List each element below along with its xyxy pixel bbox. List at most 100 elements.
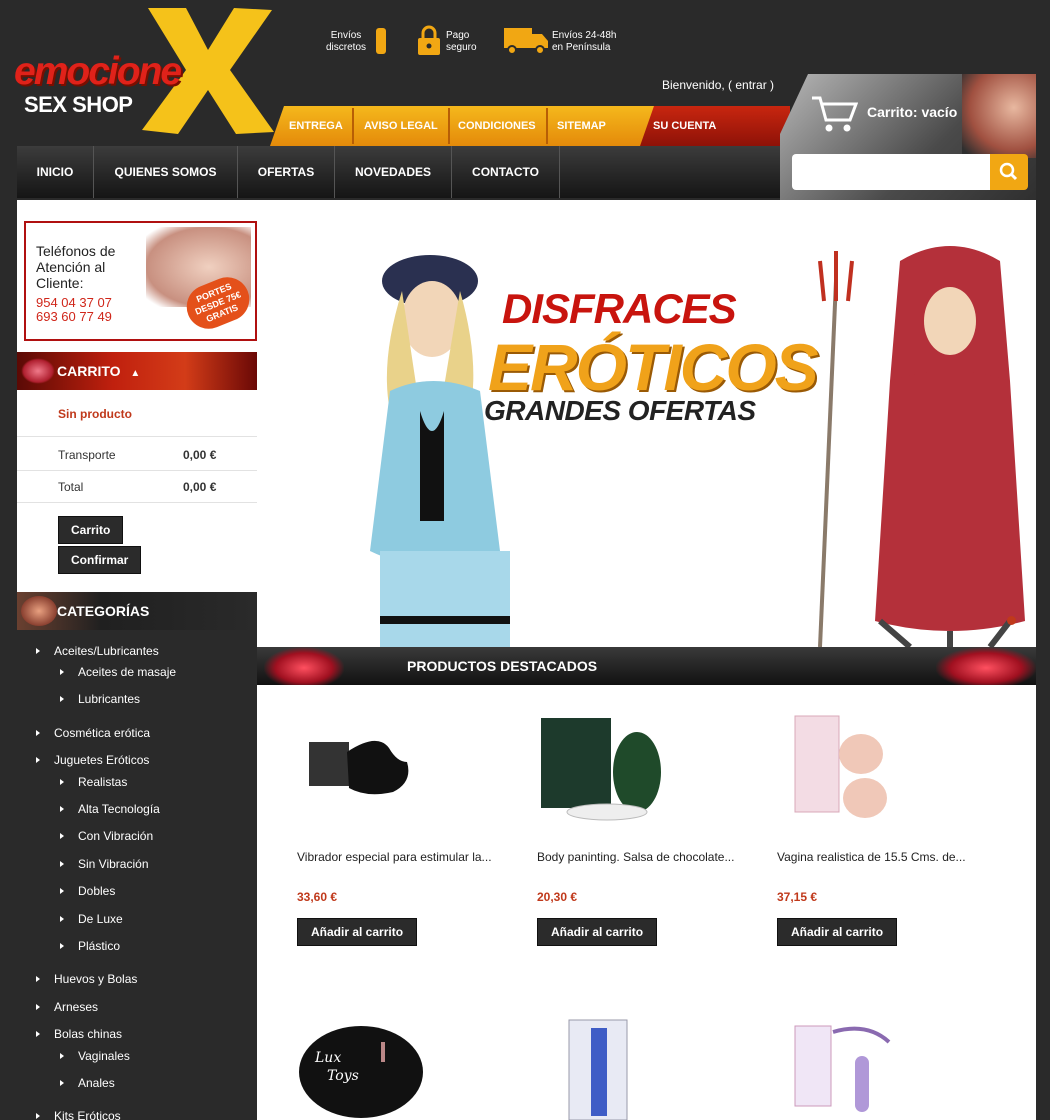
menu-entrega[interactable]: ENTREGA bbox=[289, 120, 343, 132]
subcategory-item[interactable]: Anales bbox=[60, 1076, 115, 1090]
product-image[interactable]: Lux Toys bbox=[297, 1012, 427, 1120]
product-card: Vagina realistica de 15.5 Cms. de... 37,… bbox=[777, 712, 966, 946]
product-image[interactable] bbox=[777, 1012, 907, 1120]
feature-secure-line1: Pago bbox=[446, 30, 470, 41]
subcategory-item[interactable]: Con Vibración bbox=[60, 829, 153, 843]
product-image[interactable] bbox=[777, 712, 907, 822]
category-label: Realistas bbox=[78, 775, 128, 789]
category-label: Dobles bbox=[78, 884, 116, 898]
truck-icon bbox=[504, 28, 548, 55]
view-cart-button[interactable]: Carrito bbox=[58, 516, 124, 544]
category-label: Juguetes Eróticos bbox=[54, 753, 150, 767]
subcategory-item[interactable]: Sin Vibración bbox=[60, 857, 149, 871]
category-item[interactable]: Juguetes Eróticos bbox=[36, 753, 149, 767]
menu-separator bbox=[546, 108, 548, 144]
bullet-arrow-icon bbox=[60, 696, 64, 702]
product-image[interactable] bbox=[297, 712, 427, 822]
banner-title-3: GRANDES OFERTAS bbox=[484, 395, 756, 426]
search-input[interactable] bbox=[792, 154, 992, 190]
hero-banner[interactable]: DISFRACES ERÓTICOS GRANDES OFERTAS bbox=[270, 221, 1036, 647]
phone-number-2[interactable]: 693 60 77 49 bbox=[36, 309, 112, 324]
nav-ofertas[interactable]: OFERTAS bbox=[238, 146, 335, 198]
feature-discreet-line1: Envíos bbox=[330, 30, 362, 41]
bullet-arrow-icon bbox=[60, 833, 64, 839]
confirm-order-button[interactable]: Confirmar bbox=[58, 546, 142, 574]
shipping-label: Transporte bbox=[58, 448, 116, 462]
category-label: Vaginales bbox=[78, 1049, 130, 1063]
cart-divider bbox=[17, 502, 257, 503]
phone-number-1[interactable]: 954 04 37 07 bbox=[36, 295, 112, 310]
slider-dot[interactable] bbox=[1007, 616, 1016, 625]
category-label: Plástico bbox=[78, 939, 121, 953]
cart-divider bbox=[17, 436, 257, 437]
bullet-arrow-icon bbox=[36, 648, 40, 654]
total-value: 0,00 € bbox=[183, 480, 217, 494]
category-item[interactable]: Bolas chinas bbox=[36, 1027, 122, 1041]
category-label: Anales bbox=[78, 1076, 115, 1090]
bullet-arrow-icon bbox=[60, 669, 64, 675]
subcategory-item[interactable]: Realistas bbox=[60, 775, 127, 789]
product-price: 37,15 € bbox=[777, 890, 818, 904]
menu-condiciones[interactable]: CONDICIONES bbox=[458, 120, 536, 132]
bullet-arrow-icon bbox=[36, 730, 40, 736]
feature-discreet-line2: discretos bbox=[326, 42, 367, 53]
welcome-login-link[interactable]: Bienvenido, ( entrar ) bbox=[662, 78, 774, 92]
vagina-toy-image bbox=[794, 715, 887, 818]
categories-icon bbox=[21, 596, 57, 626]
categories-title: CATEGORÍAS bbox=[57, 603, 150, 619]
featured-header bbox=[257, 647, 1036, 685]
menu-su-cuenta[interactable]: SU CUENTA bbox=[653, 120, 716, 132]
category-item[interactable]: Huevos y Bolas bbox=[36, 972, 137, 986]
bullet-arrow-icon bbox=[60, 1080, 64, 1086]
lips-image-right bbox=[936, 647, 1036, 685]
nav-quienes-somos[interactable]: QUIENES SOMOS bbox=[94, 146, 238, 198]
product-image[interactable] bbox=[537, 712, 667, 822]
category-item[interactable]: Aceites/Lubricantes bbox=[36, 644, 159, 658]
feature-secure: Pago seguro bbox=[446, 30, 477, 54]
subcategory-item[interactable]: Dobles bbox=[60, 884, 115, 898]
nav-novedades[interactable]: NOVEDADES bbox=[335, 146, 452, 198]
categories-header: CATEGORÍAS bbox=[17, 592, 257, 630]
site-logo[interactable]: emocione SEX SHOP bbox=[14, 4, 274, 134]
category-label: De Luxe bbox=[78, 912, 123, 926]
category-item[interactable]: Arneses bbox=[36, 1000, 98, 1014]
product-name[interactable]: Body paninting. Salsa de chocolate... bbox=[537, 850, 734, 864]
product-image[interactable] bbox=[537, 1012, 667, 1120]
feature-discreet: Envíos discretos bbox=[326, 30, 366, 54]
subcategory-item[interactable]: Vaginales bbox=[60, 1049, 130, 1063]
subcategory-item[interactable]: Alta Tecnología bbox=[60, 802, 160, 816]
add-to-cart-button[interactable]: Añadir al carrito bbox=[297, 918, 418, 946]
padlock-icon bbox=[418, 25, 440, 55]
menu-sitemap[interactable]: SITEMAP bbox=[557, 120, 606, 132]
shopping-cart-icon[interactable] bbox=[810, 94, 858, 134]
category-item[interactable]: Kits Eróticos bbox=[36, 1109, 121, 1120]
subcategory-item[interactable]: De Luxe bbox=[60, 912, 123, 926]
bullet-arrow-icon bbox=[60, 861, 64, 867]
cart-block-header[interactable]: CARRITO ▲ bbox=[17, 352, 257, 390]
category-label: Arneses bbox=[54, 1000, 99, 1014]
product-brand-text-2: Toys bbox=[327, 1068, 359, 1084]
feature-secure-line2: seguro bbox=[446, 42, 477, 53]
subcategory-item[interactable]: Aceites de masaje bbox=[60, 665, 176, 679]
subcategory-item[interactable]: Lubricantes bbox=[60, 692, 140, 706]
product-price: 33,60 € bbox=[297, 890, 338, 904]
logo-text-emocione: emocione bbox=[14, 50, 182, 93]
bullet-arrow-icon bbox=[36, 1004, 40, 1010]
nav-inicio[interactable]: INICIO bbox=[17, 146, 94, 198]
nav-contacto[interactable]: CONTACTO bbox=[452, 146, 560, 198]
menu-aviso-legal[interactable]: AVISO LEGAL bbox=[364, 120, 438, 132]
product-name[interactable]: Vagina realistica de 15.5 Cms. de... bbox=[777, 850, 966, 864]
add-to-cart-button[interactable]: Añadir al carrito bbox=[777, 918, 898, 946]
feature-shipping: Envíos 24-48h en Península bbox=[552, 30, 617, 54]
feature-shipping-line2: en Península bbox=[552, 42, 611, 53]
category-item[interactable]: Cosmética erótica bbox=[36, 726, 150, 740]
product-card: Body paninting. Salsa de chocolate... 20… bbox=[537, 712, 734, 946]
product-name[interactable]: Vibrador especial para estimular la... bbox=[297, 850, 492, 864]
phone-title-1: Teléfonos de bbox=[36, 243, 116, 259]
header-cart-label[interactable]: Carrito: vacío bbox=[867, 104, 957, 120]
category-label: Aceites de masaje bbox=[78, 665, 177, 679]
menu-separator bbox=[448, 108, 450, 144]
search-button[interactable] bbox=[990, 154, 1028, 190]
subcategory-item[interactable]: Plástico bbox=[60, 939, 120, 953]
add-to-cart-button[interactable]: Añadir al carrito bbox=[537, 918, 658, 946]
